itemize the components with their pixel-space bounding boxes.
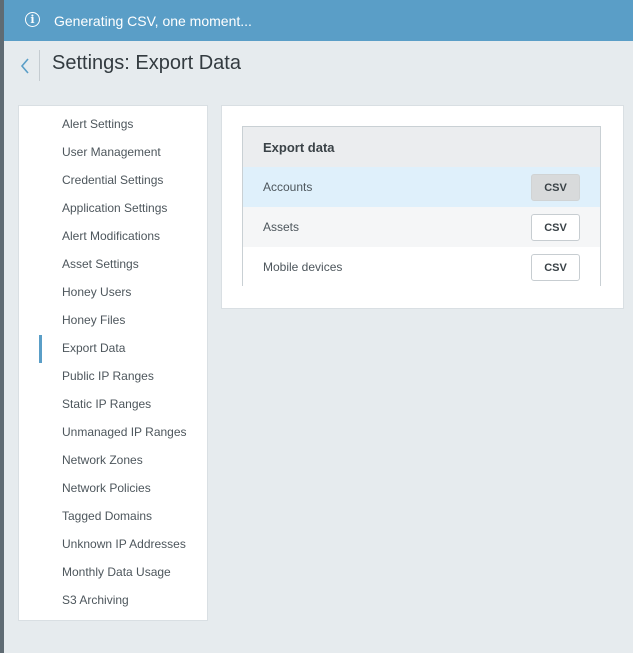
sidebar-item-monthly-data-usage[interactable]: Monthly Data Usage [19, 559, 207, 587]
sidebar-item-label: User Management [62, 145, 161, 159]
table-row-assets: Assets CSV [243, 207, 600, 247]
sidebar-item-label: Public IP Ranges [62, 369, 154, 383]
sidebar-item-s3-archiving[interactable]: S3 Archiving [19, 587, 207, 615]
sidebar-item-label: Network Zones [62, 453, 143, 467]
sidebar-item-credential-settings[interactable]: Credential Settings [19, 167, 207, 195]
csv-button-accounts[interactable]: CSV [531, 174, 580, 201]
page-title: Settings: Export Data [52, 52, 241, 74]
sidebar-item-alert-modifications[interactable]: Alert Modifications [19, 223, 207, 251]
csv-button-mobile-devices[interactable]: CSV [531, 254, 580, 281]
sidebar-item-label: Monthly Data Usage [62, 565, 171, 579]
table-row-accounts: Accounts CSV [243, 167, 600, 207]
sidebar-item-asset-settings[interactable]: Asset Settings [19, 251, 207, 279]
sidebar-item-label: Alert Settings [62, 117, 134, 131]
sidebar-item-alert-settings[interactable]: Alert Settings [19, 111, 207, 139]
chevron-left-icon [20, 58, 29, 74]
export-card: Export data Accounts CSV Assets CSV Mobi… [222, 106, 623, 308]
sidebar-item-label: Honey Files [62, 313, 126, 327]
csv-button-assets[interactable]: CSV [531, 214, 580, 241]
sidebar-item-honey-files[interactable]: Honey Files [19, 307, 207, 335]
sidebar-item-label: Unmanaged IP Ranges [62, 425, 187, 439]
sidebar-item-label: Credential Settings [62, 173, 164, 187]
sidebar-item-network-zones[interactable]: Network Zones [19, 447, 207, 475]
title-divider [39, 50, 40, 81]
sidebar-item-unknown-ip-addresses[interactable]: Unknown IP Addresses [19, 531, 207, 559]
info-icon: i [25, 12, 40, 27]
sidebar-item-static-ip-ranges[interactable]: Static IP Ranges [19, 391, 207, 419]
sidebar-item-label: Honey Users [62, 285, 132, 299]
table-header-title: Export data [263, 140, 335, 155]
settings-sidebar: Alert Settings User Management Credentia… [19, 106, 207, 620]
sidebar-item-honey-users[interactable]: Honey Users [19, 279, 207, 307]
table-row-mobile-devices: Mobile devices CSV [243, 247, 600, 287]
row-label: Assets [263, 220, 300, 234]
sidebar-item-application-settings[interactable]: Application Settings [19, 195, 207, 223]
sidebar-item-label: Application Settings [62, 201, 168, 215]
back-button[interactable] [14, 52, 36, 80]
row-label: Accounts [263, 180, 313, 194]
status-banner: i Generating CSV, one moment... [4, 0, 633, 41]
sidebar-item-label: Network Policies [62, 481, 151, 495]
banner-text: Generating CSV, one moment... [54, 13, 252, 29]
sidebar-item-tagged-domains[interactable]: Tagged Domains [19, 503, 207, 531]
table-header: Export data [243, 127, 600, 167]
sidebar-item-user-management[interactable]: User Management [19, 139, 207, 167]
sidebar-item-label: Export Data [62, 341, 126, 355]
export-table: Export data Accounts CSV Assets CSV Mobi… [242, 126, 601, 287]
sidebar-item-label: Static IP Ranges [62, 397, 152, 411]
sidebar-item-network-policies[interactable]: Network Policies [19, 475, 207, 503]
sidebar-item-label: Tagged Domains [62, 509, 153, 523]
active-indicator [39, 335, 42, 363]
sidebar-item-label: Asset Settings [62, 257, 139, 271]
sidebar-item-unmanaged-ip-ranges[interactable]: Unmanaged IP Ranges [19, 419, 207, 447]
sidebar-item-export-data[interactable]: Export Data [19, 335, 207, 363]
sidebar-item-public-ip-ranges[interactable]: Public IP Ranges [19, 363, 207, 391]
sidebar-item-label: Alert Modifications [62, 229, 161, 243]
sidebar-item-label: Unknown IP Addresses [62, 537, 186, 551]
row-label: Mobile devices [263, 260, 343, 274]
window-edge [0, 0, 4, 653]
sidebar-item-label: S3 Archiving [62, 593, 129, 607]
